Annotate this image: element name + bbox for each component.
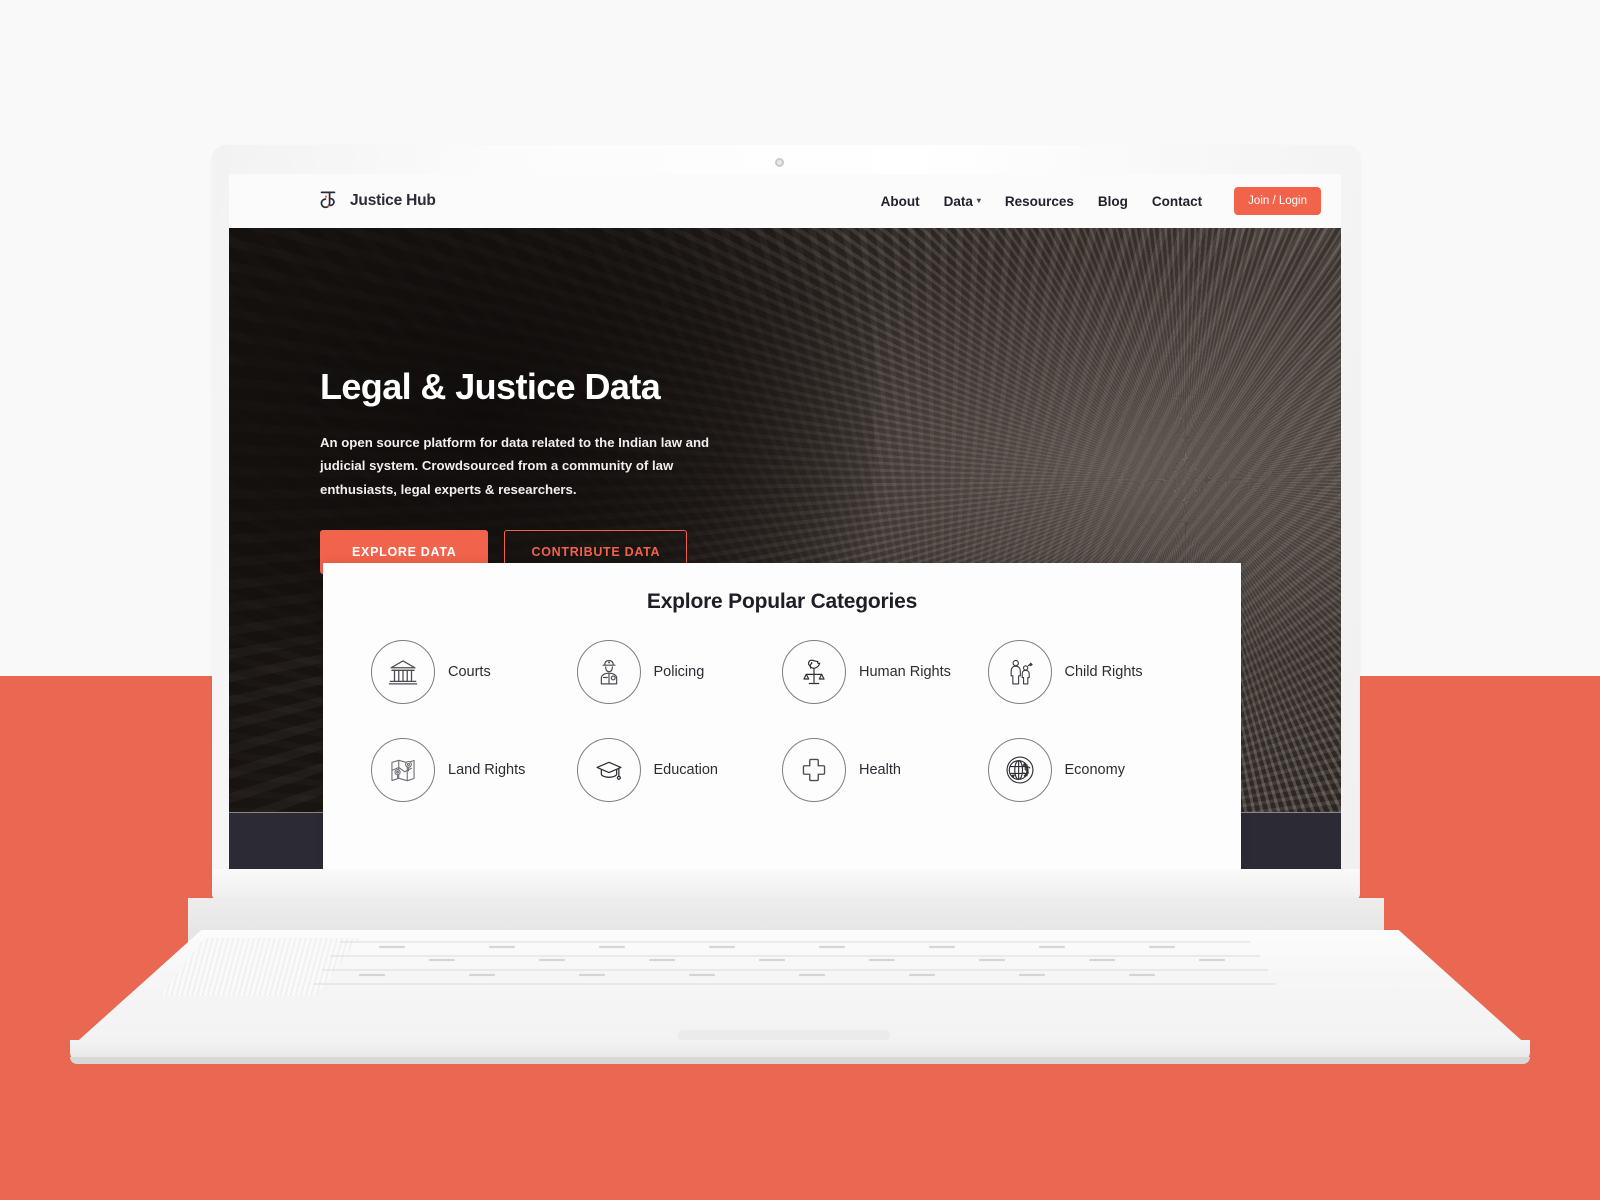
mockup-scene: Justice Hub About Data ▾ Resources Blog …: [0, 0, 1600, 1200]
category-label: Human Rights: [859, 664, 951, 680]
nav-item-blog[interactable]: Blog: [1098, 194, 1128, 209]
nav-item-data[interactable]: Data ▾: [944, 194, 981, 209]
laptop-base-lip: [70, 1057, 1530, 1064]
nav-item-resources[interactable]: Resources: [1005, 194, 1074, 209]
nav-item-resources-label: Resources: [1004, 193, 1074, 209]
nav-item-about-label: About: [880, 193, 920, 209]
join-login-button[interactable]: Join / Login: [1234, 187, 1321, 215]
page-title: Legal & Justice Data: [320, 366, 661, 407]
category-item-courts[interactable]: Courts: [371, 640, 577, 704]
hero-subtitle: An open source platform for data related…: [320, 434, 710, 497]
category-item-land-rights[interactable]: Land Rights: [371, 738, 577, 802]
laptop-keyboard: [314, 941, 1276, 985]
category-label: Child Rights: [1064, 664, 1143, 680]
category-item-policing[interactable]: Policing: [576, 640, 783, 704]
site-navbar: Justice Hub About Data ▾ Resources Blog …: [229, 174, 1341, 228]
category-label: Courts: [448, 664, 491, 680]
category-label: Policing: [653, 664, 705, 680]
category-item-human-rights[interactable]: Human Rights: [782, 640, 988, 704]
category-item-economy[interactable]: Economy: [987, 738, 1194, 802]
justice-hub-monogram-icon: [320, 191, 336, 209]
navbar-links: About Data ▾ Resources Blog Contact Join…: [881, 187, 1321, 215]
nav-item-about[interactable]: About: [881, 194, 920, 209]
nav-item-contact-label: Contact: [1151, 193, 1203, 209]
nav-item-blog-label: Blog: [1097, 193, 1128, 209]
category-item-education[interactable]: Education: [576, 738, 783, 802]
brand-logo[interactable]: Justice Hub: [317, 189, 436, 213]
globe-dollar-icon: [987, 738, 1052, 802]
category-label: Health: [859, 762, 901, 778]
webcam-icon: [775, 158, 784, 167]
category-item-child-rights[interactable]: Child Rights: [987, 640, 1194, 704]
adult-and-child-icon: [987, 640, 1052, 704]
laptop-screen: Justice Hub About Data ▾ Resources Blog …: [229, 174, 1341, 869]
chevron-down-icon: ▾: [976, 196, 981, 205]
laptop-lid-chin: [212, 869, 1360, 900]
dove-on-scales-icon: [782, 640, 846, 704]
nav-item-data-label: Data: [943, 193, 973, 209]
popular-categories-card: Explore Popular Categories Courts Polici…: [323, 563, 1241, 869]
police-officer-icon: [576, 640, 641, 704]
category-label: Land Rights: [448, 762, 526, 778]
hero-copy: Legal & Justice Data An open source plat…: [320, 366, 790, 575]
map-with-pins-icon: [371, 738, 435, 802]
graduation-cap-icon: [576, 738, 641, 802]
medical-cross-icon: [782, 738, 846, 802]
category-label: Economy: [1064, 762, 1125, 778]
laptop-mockup: Justice Hub About Data ▾ Resources Blog …: [0, 0, 1600, 1200]
website-viewport: Justice Hub About Data ▾ Resources Blog …: [229, 174, 1341, 869]
categories-heading: Explore Popular Categories: [646, 590, 918, 613]
categories-grid: Courts Policing Human Rights Child Right…: [323, 640, 1241, 802]
category-label: Education: [653, 762, 719, 778]
courthouse-icon: [371, 640, 435, 704]
nav-item-contact[interactable]: Contact: [1152, 194, 1202, 209]
brand-name: Justice Hub: [350, 192, 436, 209]
category-item-health[interactable]: Health: [782, 738, 988, 802]
